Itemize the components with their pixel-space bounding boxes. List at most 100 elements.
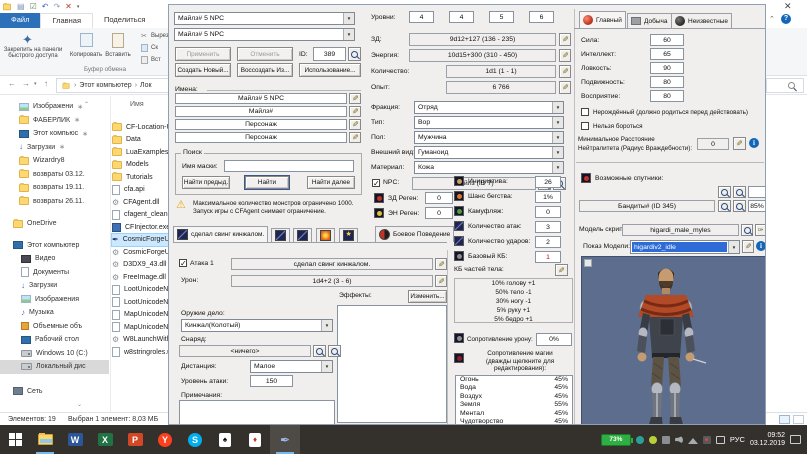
distance-dropdown[interactable]: Малое <box>250 360 333 373</box>
copy-path-icon[interactable] <box>141 44 148 52</box>
id-search-button[interactable] <box>348 47 361 61</box>
nav-item-this-pc-qa[interactable]: Этот компьюс∗ <box>0 127 109 141</box>
edit-attack1-button[interactable] <box>435 258 447 270</box>
dexterity-field[interactable]: 90 <box>650 62 684 74</box>
resist-row[interactable]: Воздух45% <box>456 393 572 401</box>
edit-name-3-button[interactable] <box>349 119 361 130</box>
start-button[interactable] <box>0 425 30 454</box>
companion2-search-plus-button[interactable] <box>733 200 746 212</box>
projectile-search-button[interactable] <box>313 345 326 357</box>
name-field-3[interactable]: Персонаж <box>175 119 347 130</box>
back-icon[interactable]: ← <box>8 79 16 88</box>
edit-kb-parts-button[interactable] <box>555 264 568 276</box>
damage-resist-field[interactable]: 0% <box>536 333 572 346</box>
usage-button[interactable]: Использование... <box>299 63 361 77</box>
file-row[interactable]: ⚙W8LaunchWith <box>112 334 172 347</box>
model-script-search-button[interactable] <box>741 224 753 236</box>
attack-count-field[interactable]: 3 <box>535 221 561 233</box>
file-row-selected[interactable]: ✒CosmicForgeU <box>112 234 172 247</box>
file-row[interactable]: ⚙D3DX9_43.dll <box>112 259 172 272</box>
companion1-search-button[interactable] <box>718 186 731 198</box>
file-row[interactable]: LootUnicodeNa <box>112 296 172 309</box>
nav-item-pictures-qa[interactable]: Изображени∗ <box>0 100 109 114</box>
initiative-field[interactable]: 26 <box>535 176 561 188</box>
pin-to-quick-access-label[interactable]: Закрепить на панели быстрого доступа <box>2 47 64 59</box>
file-row[interactable]: Models <box>112 159 172 172</box>
taskbar-skype[interactable] <box>180 425 210 454</box>
nav-item-vozvraty-3[interactable]: возвраты 26.11. <box>0 195 109 209</box>
tray-recorder-icon[interactable] <box>703 436 711 444</box>
tab-home[interactable]: Главная <box>40 13 93 28</box>
edit-energy-button[interactable] <box>559 49 571 62</box>
edit-count-button[interactable] <box>559 65 571 78</box>
taskbar-cards[interactable]: ♦ <box>240 425 270 454</box>
battery-indicator[interactable]: 73% <box>601 434 631 446</box>
file-row[interactable]: LuaExamples <box>112 146 172 159</box>
nav-item-windows-c[interactable]: Windows 10 (C:) <box>0 347 109 361</box>
taskbar-powerpoint[interactable] <box>120 425 150 454</box>
apply-button[interactable]: Применить <box>175 47 231 61</box>
tab-file[interactable]: Файл <box>0 13 40 28</box>
properties-icon[interactable]: ▤ <box>17 2 25 11</box>
forward-icon[interactable]: → <box>22 79 30 88</box>
file-row[interactable]: LootUnicodeNa <box>112 284 172 297</box>
nav-item-wizardry8[interactable]: Wizardry8 <box>0 154 109 168</box>
info-icon[interactable] <box>749 138 759 148</box>
taskbar-explorer[interactable] <box>30 425 60 454</box>
close-window-icon[interactable]: ✕ <box>784 1 792 12</box>
material-dropdown[interactable]: Кожа <box>414 161 564 174</box>
companion2-pct-field[interactable]: 85% <box>748 200 766 212</box>
edit-show-model-button[interactable] <box>742 240 754 253</box>
collapse-ribbon-icon[interactable]: ⌃ <box>769 15 775 23</box>
tray-camera-icon[interactable] <box>662 436 670 444</box>
file-row[interactable]: MapUnicodeNa <box>112 309 172 322</box>
strength-field[interactable]: 60 <box>650 34 684 46</box>
file-row[interactable]: CF-Location-Un <box>112 121 172 134</box>
intellect-field[interactable]: 65 <box>650 48 684 60</box>
file-row[interactable]: CFInjector.exe <box>112 221 172 234</box>
companion1-pct-field[interactable] <box>748 186 766 198</box>
attack1-checkbox[interactable] <box>179 259 187 267</box>
cancel-button[interactable]: Отменить <box>237 47 293 61</box>
edit-damage-button[interactable] <box>435 275 447 287</box>
nav-item-network[interactable]: Сеть <box>0 385 109 399</box>
search-input[interactable] <box>766 78 804 93</box>
copy-path-button[interactable]: Ск <box>151 45 158 51</box>
undo-icon[interactable]: ↶ <box>42 2 49 11</box>
scroll-down-icon[interactable]: ⌄ <box>77 401 82 408</box>
file-row[interactable]: Tutorials <box>112 171 172 184</box>
paste-shortcut-button[interactable]: Вст <box>151 57 161 63</box>
recent-dropdown-icon[interactable]: ▾ <box>34 81 37 87</box>
file-row[interactable]: MapUnicodeNa <box>112 321 172 334</box>
unborn-checkbox[interactable] <box>581 108 589 116</box>
nav-item-faberlik[interactable]: ФАБЕРЛИК∗ <box>0 114 109 128</box>
paste-button[interactable]: Вставить <box>100 52 136 58</box>
notes-textarea[interactable] <box>179 400 335 425</box>
attack-level-field[interactable]: 150 <box>250 375 293 387</box>
tab-main[interactable]: Главный <box>579 11 626 28</box>
nav-item-documents[interactable]: Документы <box>0 266 109 280</box>
model-script-edit-button[interactable]: ✑ <box>755 224 766 236</box>
name-field-4[interactable]: Персонаж <box>175 132 347 143</box>
cut-icon[interactable]: ✂ <box>141 32 147 40</box>
tab-unknown[interactable]: Неизвестные <box>671 13 732 28</box>
nav-item-pictures[interactable]: Изображения <box>0 293 109 307</box>
modify-effects-button[interactable]: Изменить... <box>408 290 447 303</box>
delete-icon[interactable]: ✕ <box>65 2 72 11</box>
edit-min-dist-button[interactable] <box>733 137 746 150</box>
network-icon[interactable] <box>688 436 698 444</box>
nav-item-music[interactable]: ♪Музыка <box>0 306 109 320</box>
taskbar-npc-editor[interactable]: ✒ <box>270 425 300 454</box>
min-dist-field[interactable]: 0 <box>697 138 729 150</box>
taskbar-yandex[interactable] <box>150 425 180 454</box>
nav-item-local-disk[interactable]: Локальный дис <box>0 360 109 374</box>
details-view-icon[interactable] <box>779 415 790 424</box>
level-field-4[interactable]: 6 <box>529 11 554 23</box>
edit-name-4-button[interactable] <box>349 132 361 143</box>
paste-shortcut-icon[interactable] <box>141 56 148 64</box>
copy-icon[interactable] <box>80 33 93 47</box>
npc-select-dropdown[interactable]: Майлз# 5 NPC <box>174 12 355 25</box>
level-field-1[interactable]: 4 <box>409 11 434 23</box>
tab-loot[interactable]: Добыча <box>627 13 672 28</box>
scroll-up-icon[interactable]: ⌃ <box>84 101 89 108</box>
